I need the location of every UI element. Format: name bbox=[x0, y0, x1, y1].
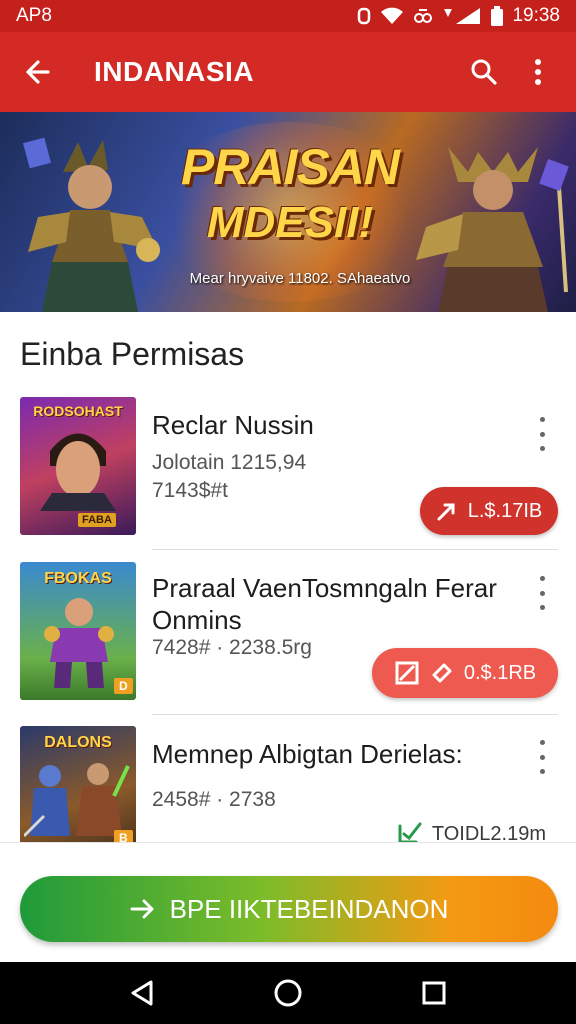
wifi-icon bbox=[381, 7, 404, 24]
clock: 19:38 bbox=[512, 5, 560, 26]
price-label: L.$.17IB bbox=[467, 499, 543, 522]
item-meta-secondary: 7143$#t bbox=[152, 479, 228, 502]
page-title: INDANASIA bbox=[94, 56, 255, 87]
tag-icon bbox=[432, 663, 452, 683]
section-title: Einba Permisas bbox=[20, 336, 245, 372]
system-nav-bar bbox=[0, 962, 576, 1024]
thumbnail-badge: D bbox=[114, 678, 133, 694]
list-divider bbox=[152, 549, 558, 550]
character-portrait-image bbox=[40, 433, 116, 511]
thumbnail-label: RODSOHAST bbox=[33, 403, 123, 419]
thumbnail-badge: B bbox=[114, 830, 133, 842]
more-vertical-icon bbox=[535, 59, 541, 85]
cta-label: BPE IIKTEBEINDANON bbox=[169, 893, 449, 924]
banner-title-line1: PRAISAN bbox=[180, 139, 400, 195]
search-icon bbox=[471, 59, 497, 85]
game-thumbnail: DALONS B bbox=[20, 726, 136, 842]
arrow-left-icon bbox=[26, 60, 50, 84]
item-title[interactable]: Praraal VaenTosmngaln Ferar Onmins bbox=[152, 572, 512, 636]
item-title[interactable]: Reclar Nussin bbox=[152, 409, 314, 441]
back-triangle-icon[interactable] bbox=[129, 979, 155, 1007]
item-more-button[interactable] bbox=[532, 576, 552, 610]
status-bar: AP8 19:38 bbox=[0, 0, 576, 32]
carrier-label: AP8 bbox=[16, 5, 52, 26]
primary-cta-button[interactable]: BPE IIKTEBEINDANON bbox=[20, 876, 558, 942]
banner-title-line2: MDESII! bbox=[206, 198, 374, 247]
vibrate-icon bbox=[414, 9, 433, 23]
promo-banner[interactable]: PRAISAN MDESII! Mear hryvaive 11802. SAh… bbox=[0, 112, 576, 312]
item-meta-primary: Jolotain 1215,94 bbox=[152, 451, 307, 474]
price-label: 0.$.1RB bbox=[463, 661, 537, 684]
home-circle-icon[interactable] bbox=[273, 978, 303, 1008]
item-more-button[interactable] bbox=[532, 417, 552, 451]
check-tag-icon bbox=[398, 822, 422, 842]
back-button[interactable] bbox=[18, 52, 58, 92]
search-button[interactable] bbox=[464, 52, 504, 92]
download-arrow-icon bbox=[437, 503, 455, 521]
game-thumbnail: RODSOHAST FABA bbox=[20, 397, 136, 535]
thumbnail-badge: FABA bbox=[78, 513, 116, 527]
game-thumbnail: FBOKAS D bbox=[20, 562, 136, 700]
signal-icon bbox=[444, 8, 481, 24]
item-title[interactable]: Memnep Albigtan Derielas: bbox=[152, 738, 492, 770]
list-item[interactable]: DALONS B Memnep Albigtan Derielas: 2458#… bbox=[20, 726, 558, 842]
edit-square-icon bbox=[395, 661, 419, 685]
item-more-button[interactable] bbox=[532, 740, 552, 774]
price-button[interactable]: TOIDL2.19m bbox=[396, 822, 546, 842]
list-item[interactable]: RODSOHAST FABA Reclar Nussin Jolotain 12… bbox=[20, 397, 558, 537]
item-meta-primary: 7428# · 2238.5rg bbox=[152, 636, 312, 659]
list-item[interactable]: FBOKAS D Praraal VaenTosmngaln Ferar Onm… bbox=[20, 562, 558, 702]
thumbnail-label: DALONS bbox=[44, 734, 112, 751]
price-label: TOIDL2.19m bbox=[431, 822, 546, 843]
overflow-menu-button[interactable] bbox=[518, 52, 558, 92]
status-icons: 19:38 bbox=[357, 5, 560, 27]
price-button[interactable]: L.$.17IB bbox=[420, 487, 558, 535]
banner-subtitle: Mear hryvaive 11802. SAhaeatvo bbox=[189, 270, 411, 287]
price-button[interactable]: 0.$.1RB bbox=[372, 648, 558, 698]
arrow-right-icon bbox=[130, 899, 154, 919]
app-bar: INDANASIA bbox=[0, 32, 576, 112]
battery-icon bbox=[491, 6, 504, 26]
warrior-figure-image bbox=[44, 598, 114, 688]
shield-icon bbox=[358, 7, 371, 25]
list-divider bbox=[152, 714, 558, 715]
item-meta-primary: 2458# · 2738 bbox=[152, 788, 276, 811]
thumbnail-label: FBOKAS bbox=[44, 570, 112, 587]
recents-square-icon[interactable] bbox=[421, 980, 447, 1006]
